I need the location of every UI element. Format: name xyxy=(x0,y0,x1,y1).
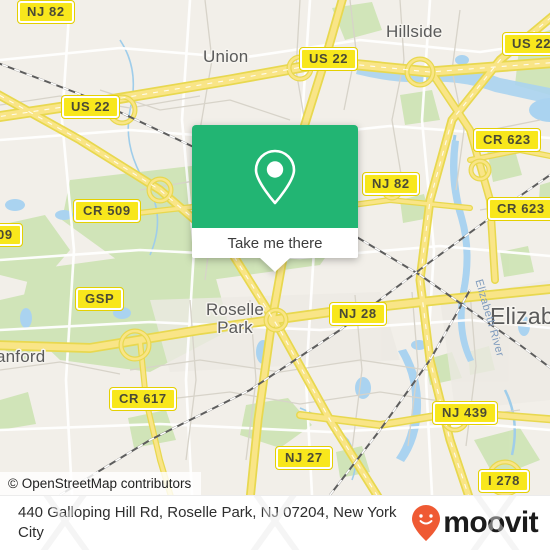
shield-cr-509-edge[interactable]: 09 xyxy=(0,223,23,247)
shield-gsp[interactable]: GSP xyxy=(74,287,125,311)
shield-us-22-w[interactable]: US 22 xyxy=(60,95,121,119)
callout-pin-panel xyxy=(192,125,358,228)
shield-nj-28[interactable]: NJ 28 xyxy=(329,302,387,326)
shield-nj-82-nw[interactable]: NJ 82 xyxy=(17,0,75,24)
shield-i-278[interactable]: I 278 xyxy=(478,469,530,493)
take-me-there-button[interactable]: Take me there xyxy=(192,228,358,258)
map-pin-icon xyxy=(254,149,296,204)
bottom-info-bar: 440 Galloping Hill Rd, Roselle Park, NJ … xyxy=(0,495,550,550)
moovit-pin-smiley-icon xyxy=(412,505,441,541)
shield-cr-617[interactable]: CR 617 xyxy=(109,387,177,411)
shield-nj-439[interactable]: NJ 439 xyxy=(432,401,498,425)
shield-cr-623-n[interactable]: CR 623 xyxy=(473,128,541,152)
take-me-there-label: Take me there xyxy=(227,234,323,252)
moovit-logo[interactable]: moovit xyxy=(411,504,539,542)
shield-us-22-ne[interactable]: US 22 xyxy=(298,47,359,71)
shield-cr-623-s[interactable]: CR 623 xyxy=(487,197,550,221)
address-label: 440 Galloping Hill Rd, Roselle Park, NJ … xyxy=(18,504,397,541)
moovit-wordmark: moovit xyxy=(443,506,538,539)
shield-us-22-far-ne[interactable]: US 22 xyxy=(501,32,550,56)
location-callout-card[interactable]: Take me there xyxy=(192,125,358,272)
shield-nj-82-e[interactable]: NJ 82 xyxy=(362,172,420,196)
osm-attribution[interactable]: © OpenStreetMap contributors xyxy=(0,472,202,495)
shield-cr-509[interactable]: CR 509 xyxy=(73,199,141,223)
map-canvas[interactable]: Union Hillside Elizabeth Roselle Park an… xyxy=(0,0,550,495)
shield-nj-27[interactable]: NJ 27 xyxy=(275,446,333,470)
callout-pointer xyxy=(260,258,290,272)
